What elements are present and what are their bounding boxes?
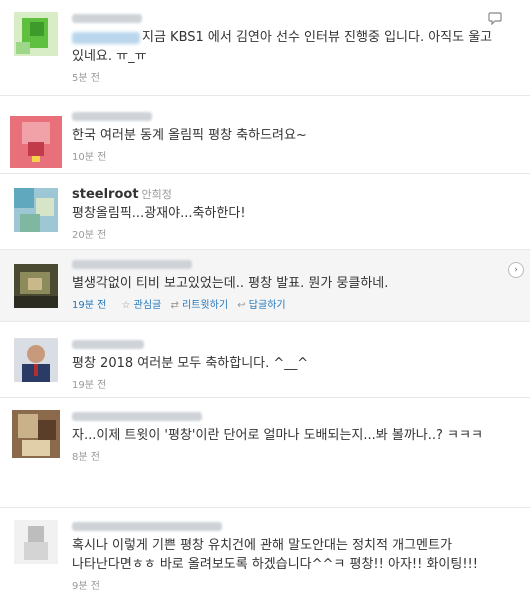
speech-bubble-icon[interactable] [488,12,502,25]
tweet-item[interactable]: 혹시나 이렇게 기쁜 평창 유치건에 관해 말도안대는 정치적 개그멘트가 나타… [0,508,530,616]
author-screen-name[interactable]: steelroot [72,187,139,202]
author-name[interactable] [72,14,142,23]
tweet-item[interactable]: steelroot 안희정 평창올림픽...광재야...축하한다! 20분 전 [0,174,530,250]
author-name[interactable] [72,340,144,349]
tweet-time[interactable]: 19분 전 [72,376,512,391]
tweet-item[interactable]: 한국 여러분 동계 올림픽 평창 축하드려요~ 10분 전 [0,96,530,174]
reply-arrow-icon: ↩ [237,300,246,311]
reply-action[interactable]: ↩ 답글하기 [237,300,285,311]
author-name[interactable] [72,260,192,269]
tweet-text: 별생각없이 티비 보고있었는데.. 평창 발표. 뭔가 뭉클하네. [72,276,389,291]
tweet-author[interactable] [72,408,512,424]
tweet-link[interactable] [72,31,140,44]
tweet-item[interactable]: 지금 KBS1 에서 김연아 선수 인터뷰 진행중 입니다. 아직도 울고 있네… [0,0,530,96]
retweet-action[interactable]: ⇄ 리트윗하기 [170,300,231,311]
favorite-action[interactable]: ☆ 관심글 [122,300,165,311]
tweet-author[interactable] [72,256,512,272]
tweet-time[interactable]: 19분 전 [72,300,106,311]
tweet-author[interactable]: steelroot 안희정 [72,186,512,202]
author-name[interactable] [72,412,202,421]
tweet-time[interactable]: 8분 전 [72,448,512,463]
avatar[interactable] [14,188,58,232]
tweet-text: 지금 KBS1 에서 김연아 선수 인터뷰 진행중 입니다. 아직도 울고 있네… [72,30,493,64]
tweet-time[interactable]: 20분 전 [72,226,512,241]
tweet-author[interactable] [72,518,512,534]
author-name[interactable] [72,522,222,531]
retweet-icon: ⇄ [170,300,179,311]
chevron-right-icon[interactable]: › [508,262,524,278]
tweet-time[interactable]: 5분 전 [72,69,512,84]
avatar[interactable] [10,116,62,168]
tweet-item[interactable]: 자...이제 트윗이 '평창'이란 단어로 얼마나 도배되는지...봐 볼까나.… [0,398,530,508]
avatar[interactable] [14,520,58,564]
tweet-author[interactable] [72,336,512,352]
tweet-item[interactable]: 별생각없이 티비 보고있었는데.. 평창 발표. 뭔가 뭉클하네. 19분 전 … [0,250,530,322]
author-name[interactable] [72,112,152,121]
avatar[interactable] [14,12,58,56]
author-real-name: 안희정 [141,188,172,201]
tweet-author[interactable] [72,108,512,124]
tweet-time[interactable]: 10분 전 [72,148,512,163]
tweet-author[interactable] [72,10,512,26]
tweet-time[interactable]: 9분 전 [72,577,512,592]
tweet-text: 혹시나 이렇게 기쁜 평창 유치건에 관해 말도안대는 정치적 개그멘트가 나타… [72,538,478,572]
tweet-text: 자...이제 트윗이 '평창'이란 단어로 얼마나 도배되는지...봐 볼까나.… [72,428,483,443]
tweet-timeline: 지금 KBS1 에서 김연아 선수 인터뷰 진행중 입니다. 아직도 울고 있네… [0,0,530,616]
avatar[interactable] [12,410,60,458]
avatar[interactable] [14,338,58,382]
tweet-text: 한국 여러분 동계 올림픽 평창 축하드려요~ [72,128,307,143]
tweet-text: 평창 2018 여러분 모두 축하합니다. ^__^ [72,356,309,371]
tweet-item[interactable]: 평창 2018 여러분 모두 축하합니다. ^__^ 19분 전 [0,322,530,398]
star-icon: ☆ [121,300,131,311]
avatar[interactable] [14,264,58,308]
tweet-text: 평창올림픽...광재야...축하한다! [72,206,246,221]
